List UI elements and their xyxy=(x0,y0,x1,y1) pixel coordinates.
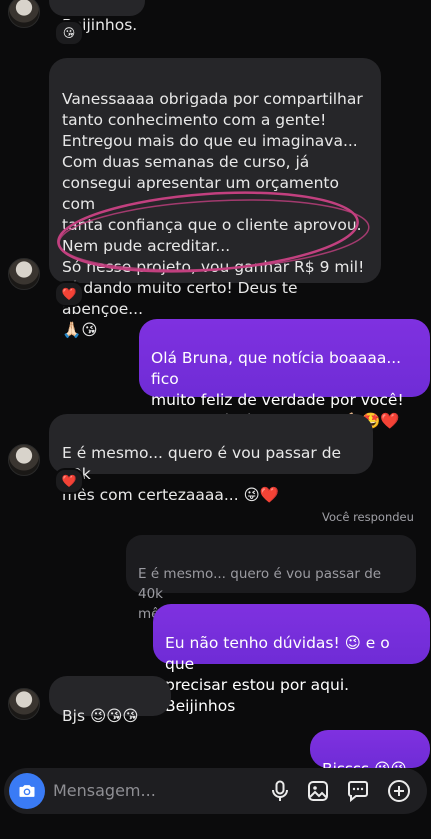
camera-icon xyxy=(19,785,35,797)
message-text: Eu não tenho dúvidas! 😉 e o que precisar… xyxy=(165,634,390,715)
gallery-icon[interactable] xyxy=(306,779,330,803)
quoted-message[interactable]: E é mesmo... quero é vou passar de 40k m… xyxy=(126,535,416,622)
message-bubble-bjs[interactable]: Bjs 😉😘😘 xyxy=(49,676,171,725)
message-composer: Mensagem... xyxy=(4,768,427,814)
sticker-icon[interactable] xyxy=(346,779,370,803)
camera-button[interactable] xyxy=(9,773,45,809)
message-bubble-outgoing-no-doubts[interactable]: Eu não tenho dúvidas! 😉 e o que precisar… xyxy=(153,604,430,715)
reaction-emoji: 😘 xyxy=(62,26,76,40)
reaction-badge[interactable]: 😘 xyxy=(54,20,84,46)
avatar[interactable] xyxy=(8,258,40,290)
reaction-emoji: ❤️ xyxy=(61,287,77,301)
reaction-badge[interactable]: ❤️ xyxy=(54,281,84,307)
microphone-icon[interactable] xyxy=(268,779,292,803)
message-input[interactable]: Mensagem... xyxy=(53,781,156,800)
message-bubble-bjssss[interactable]: Bjssss 😘😘 xyxy=(310,730,430,778)
reply-label: Você respondeu xyxy=(322,510,414,524)
reaction-badge[interactable]: ❤️ xyxy=(54,468,84,494)
message-bubble-40k[interactable]: E é mesmo... quero é vou passar de 40k m… xyxy=(49,414,373,504)
avatar[interactable] xyxy=(8,444,40,476)
avatar[interactable] xyxy=(8,0,40,28)
avatar[interactable] xyxy=(8,688,40,720)
message-text: Bjs 😉😘😘 xyxy=(62,707,139,725)
message-bubble-beijinhos[interactable]: Beijinhos. xyxy=(49,0,145,34)
plus-icon[interactable] xyxy=(387,779,411,803)
message-text: Vanessaaaa obrigada por compartilhar tan… xyxy=(62,90,365,318)
message-bubble-outgoing-reply[interactable]: Olá Bruna, que notícia boaaaa... fico mu… xyxy=(139,319,430,430)
message-bubble-testimonial[interactable]: Vanessaaaa obrigada por compartilhar tan… xyxy=(49,58,381,339)
reaction-emoji: ❤️ xyxy=(61,474,77,488)
message-text: E é mesmo... quero é vou passar de 40k m… xyxy=(62,444,342,504)
